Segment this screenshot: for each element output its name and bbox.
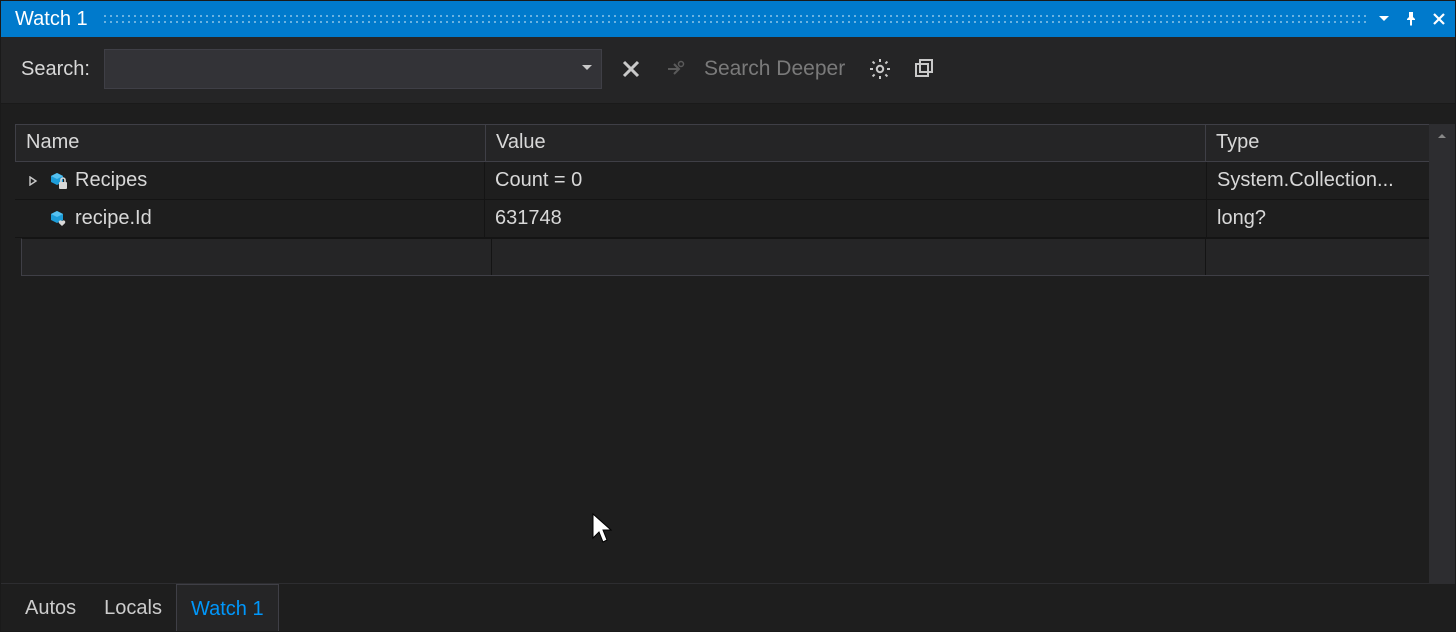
window-options-icon[interactable]: [1377, 12, 1391, 26]
tab-autos[interactable]: Autos: [11, 584, 90, 631]
grid-row-new[interactable]: [21, 238, 1439, 276]
new-watch-type-cell: [1206, 239, 1438, 275]
titlebar-grip[interactable]: [102, 13, 1367, 25]
new-watch-value-cell: [492, 239, 1206, 275]
row-type-text: long?: [1217, 207, 1266, 230]
bottom-tabs: Autos Locals Watch 1: [1, 583, 1455, 631]
cell-name[interactable]: Recipes: [15, 162, 485, 199]
windows-icon[interactable]: [909, 54, 939, 84]
tab-watch1[interactable]: Watch 1: [176, 584, 279, 631]
settings-icon[interactable]: [865, 54, 895, 84]
header-name[interactable]: Name: [16, 125, 486, 161]
cell-type[interactable]: System.Collection...: [1207, 162, 1439, 199]
tab-label: Watch 1: [191, 598, 264, 621]
row-value-text: 631748: [495, 207, 562, 230]
row-value-text: Count = 0: [495, 169, 582, 192]
search-box[interactable]: [104, 49, 602, 89]
cube-locked-icon: [45, 171, 71, 191]
header-value[interactable]: Value: [486, 125, 1206, 161]
grid-row[interactable]: recipe.Id 631748 long?: [15, 200, 1439, 238]
search-deeper-button[interactable]: Search Deeper: [704, 57, 845, 81]
new-watch-name-cell[interactable]: [22, 239, 492, 275]
titlebar-title: Watch 1: [15, 1, 88, 37]
search-next-icon: [660, 54, 690, 84]
tab-label: Locals: [104, 597, 162, 620]
cell-value[interactable]: Count = 0: [485, 162, 1207, 199]
scroll-up-icon[interactable]: [1429, 124, 1455, 148]
close-icon[interactable]: [1431, 11, 1447, 27]
watch-window: Watch 1 Search: Search D: [0, 0, 1456, 632]
search-input[interactable]: [105, 50, 601, 88]
grid-row[interactable]: Recipes Count = 0 System.Collection...: [15, 162, 1439, 200]
grid-header: Name Value Type: [15, 124, 1439, 162]
row-name-text: recipe.Id: [75, 207, 152, 230]
titlebar-controls: [1377, 11, 1455, 27]
row-type-text: System.Collection...: [1217, 169, 1394, 192]
cube-heart-icon: [45, 209, 71, 229]
pin-icon[interactable]: [1403, 11, 1419, 27]
clear-search-icon[interactable]: [616, 54, 646, 84]
cell-type[interactable]: long?: [1207, 200, 1439, 237]
header-type[interactable]: Type: [1206, 125, 1438, 161]
cell-name[interactable]: recipe.Id: [15, 200, 485, 237]
titlebar: Watch 1: [1, 1, 1455, 37]
tab-label: Autos: [25, 597, 76, 620]
search-label: Search:: [21, 58, 90, 81]
expand-icon[interactable]: [25, 176, 41, 186]
cell-value[interactable]: 631748: [485, 200, 1207, 237]
vertical-scrollbar[interactable]: [1429, 124, 1455, 583]
tab-locals[interactable]: Locals: [90, 584, 176, 631]
toolbar: Search: Search Deeper: [1, 37, 1455, 104]
watch-grid-area: Name Value Type: [1, 104, 1455, 583]
search-dropdown-icon[interactable]: [581, 58, 593, 80]
row-name-text: Recipes: [75, 169, 147, 192]
